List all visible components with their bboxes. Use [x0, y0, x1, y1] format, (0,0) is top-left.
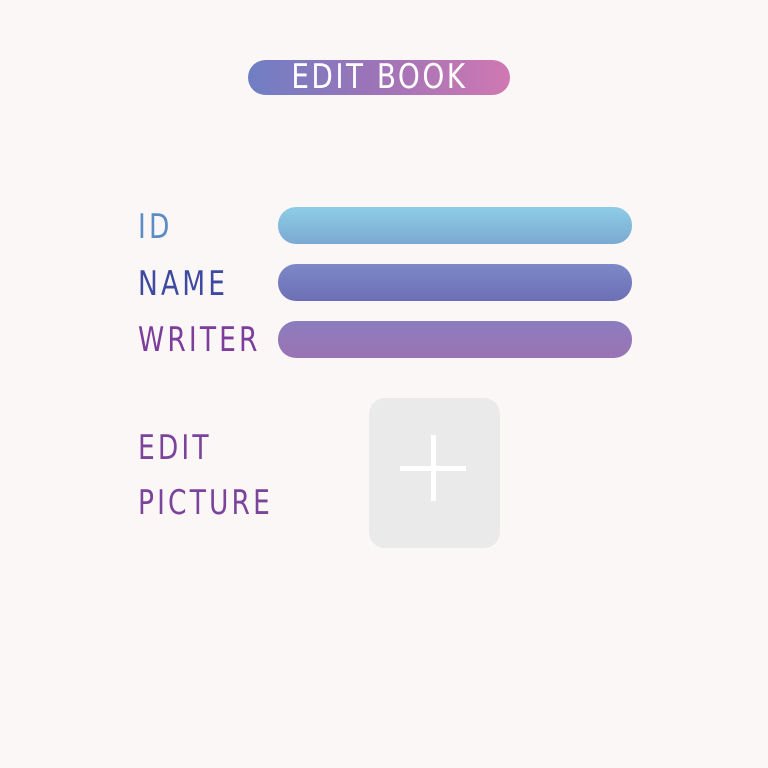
edit-picture-label-line2: PICTURE	[138, 483, 273, 523]
name-label: NAME	[138, 264, 229, 304]
edit-picture-label-line1: EDIT	[138, 428, 212, 468]
plus-icon	[400, 435, 466, 501]
add-picture-button[interactable]	[369, 398, 500, 548]
writer-input[interactable]	[278, 321, 632, 358]
name-input[interactable]	[278, 264, 632, 301]
page-title-banner: EDIT BOOK	[248, 60, 510, 95]
id-input[interactable]	[278, 207, 632, 244]
id-label: ID	[138, 207, 173, 247]
page-title: EDIT BOOK	[290, 57, 468, 97]
writer-label: WRITER	[138, 320, 261, 360]
